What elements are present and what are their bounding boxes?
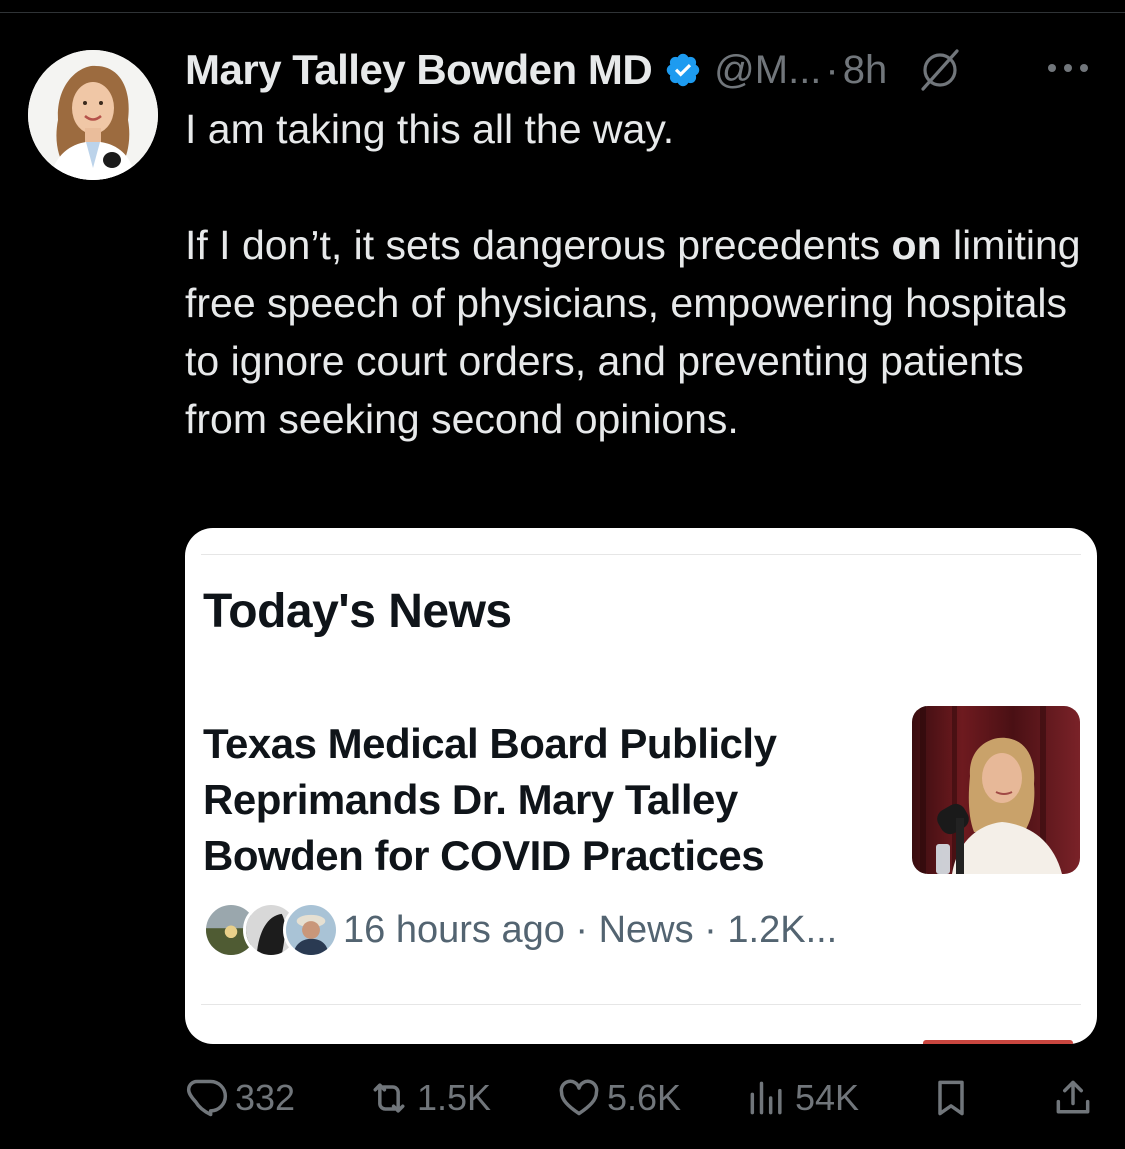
- like-button[interactable]: 5.6K: [557, 1070, 681, 1126]
- tweet-text-line-1: I am taking this all the way.: [185, 106, 675, 152]
- author-avatar-image: [28, 50, 158, 180]
- views-count: 54K: [795, 1077, 860, 1118]
- card-section-title: Today's News: [203, 585, 512, 638]
- top-divider: [0, 12, 1125, 13]
- verified-badge-icon[interactable]: [664, 51, 702, 89]
- card-top-divider: [201, 554, 1081, 555]
- share-icon: [1056, 1080, 1090, 1114]
- card-next-item-peek: [923, 1040, 1073, 1044]
- card-thumbnail: [912, 706, 1080, 874]
- header-separator: ·: [825, 47, 839, 92]
- tweet-text-p2-bold: on: [891, 222, 942, 268]
- card-bottom-divider: [201, 1004, 1081, 1005]
- tweet-text-p2-start: If I don’t, it sets dangerous precedents: [185, 222, 892, 268]
- tweet-text: I am taking this all the way. If I don’t…: [185, 100, 1100, 448]
- reply-icon: [186, 1079, 228, 1117]
- author-avatar[interactable]: [28, 50, 158, 180]
- author-handle[interactable]: @M...: [714, 48, 821, 93]
- more-icon[interactable]: [1045, 60, 1091, 76]
- views-icon: [750, 1081, 782, 1115]
- tweet-text-paragraph-2: If I don’t, it sets dangerous precedents…: [185, 216, 1100, 448]
- share-button[interactable]: [1051, 1070, 1095, 1126]
- tweet-timestamp[interactable]: 8h: [843, 48, 888, 93]
- bookmark-button[interactable]: [929, 1070, 973, 1126]
- reply-button[interactable]: 332: [185, 1070, 295, 1126]
- tweet-header: Mary Talley Bowden MD @M... · 8h: [185, 42, 1100, 98]
- repost-count: 1.5K: [417, 1077, 492, 1118]
- repost-icon: [373, 1083, 405, 1113]
- bookmark-icon: [938, 1080, 964, 1116]
- card-meta-text: 16 hours ago · News · 1.2K...: [343, 908, 838, 951]
- quoted-image-card[interactable]: Today's News Texas Medical Board Publicl…: [185, 528, 1097, 1044]
- heart-icon: [559, 1079, 599, 1116]
- author-display-name[interactable]: Mary Talley Bowden MD: [185, 46, 653, 94]
- reply-count: 332: [235, 1077, 296, 1118]
- card-meta-row: 16 hours ago · News · 1.2K...: [203, 898, 837, 962]
- card-mini-avatars: [203, 898, 343, 962]
- card-headline: Texas Medical Board Publicly Reprimands …: [203, 720, 777, 879]
- views-button[interactable]: 54K: [745, 1070, 859, 1126]
- tweet-action-bar: 332 1.5K 5.6K 54K: [185, 1070, 1097, 1126]
- grok-icon[interactable]: [917, 47, 963, 93]
- like-count: 5.6K: [607, 1077, 682, 1118]
- mini-avatar-person: [283, 902, 339, 958]
- repost-button[interactable]: 1.5K: [367, 1070, 491, 1126]
